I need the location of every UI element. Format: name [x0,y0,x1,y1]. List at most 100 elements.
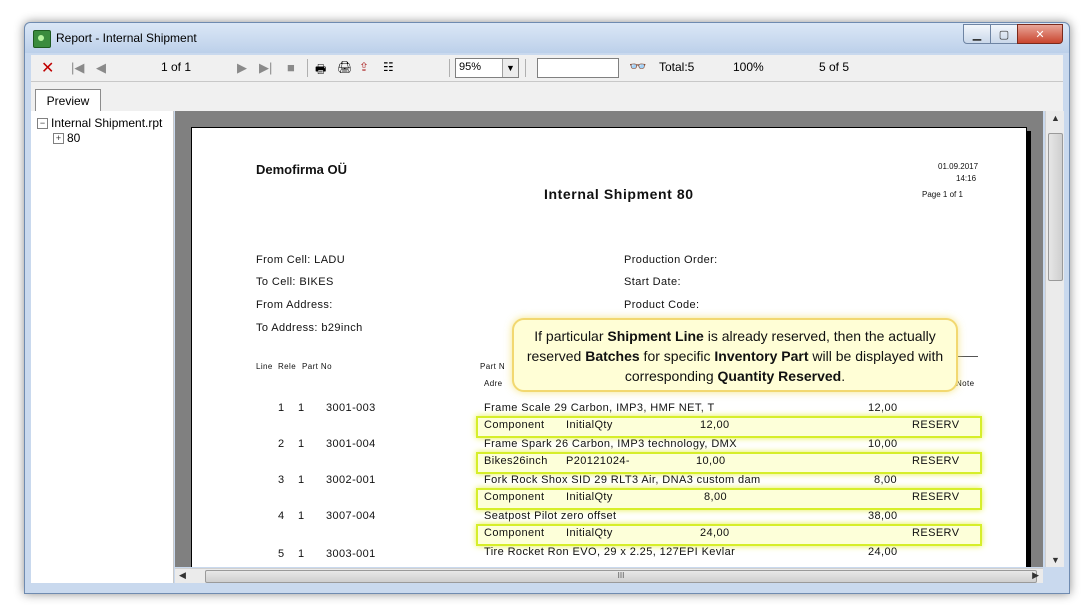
close-icon: ✕ [1035,28,1045,41]
batch-number: InitialQty [566,419,613,431]
row-part-no: 3001-004 [326,438,376,450]
record-count: 5 of 5 [819,60,850,74]
start-date: Start Date: [624,276,681,288]
row-quantity: 24,00 [868,546,898,558]
window-controls: ▁ ▢ ✕ [963,24,1063,44]
horizontal-scrollbar[interactable]: ◀ III ▶ [175,568,1043,583]
chevron-down-icon[interactable]: ▼ [502,59,518,77]
product-code: Product Code: [624,299,700,311]
minimize-icon: ▁ [972,28,982,41]
tab-preview[interactable]: Preview [35,89,101,112]
row-quantity: 38,00 [868,510,898,522]
scroll-right-icon[interactable]: ▶ [1032,570,1039,581]
to-address: To Address: b29inch [256,322,363,334]
batch-number: InitialQty [566,527,613,539]
zoom-select[interactable]: 95% ▼ [455,58,519,78]
callout-bold-text: Inventory Part [714,348,809,364]
close-report-button[interactable]: ✕ [41,58,54,78]
row-line: 3 [278,474,285,486]
scroll-down-icon[interactable]: ▼ [1051,555,1060,565]
title-bar: Report - Internal Shipment ▁ ▢ ✕ [25,23,1069,53]
group-tree: − Internal Shipment.rpt +80 [31,111,174,583]
tree-item-80[interactable]: +80 [53,131,80,145]
quantity-reserved: 24,00 [700,527,730,539]
row-rele: 1 [298,402,305,414]
row-rele: 1 [298,474,305,486]
reserved-status: RESERV [912,455,960,467]
close-window-button[interactable]: ✕ [1017,24,1063,44]
column-header-line: Line [256,362,273,371]
reserved-batch-highlight [476,452,982,474]
column-header-rele: Rele [278,362,297,371]
maximize-icon: ▢ [998,28,1010,41]
batch-number: P20121024- [566,455,630,467]
report-time: 14:16 [956,174,977,183]
batch-location: Component [484,419,545,431]
horizontal-scroll-thumb[interactable]: III [205,570,1037,583]
binoculars-icon[interactable]: 👓 [629,58,646,75]
callout-text: . [841,368,846,384]
row-line: 1 [278,402,285,414]
toolbar-separator [525,59,526,77]
row-line: 2 [278,438,285,450]
prev-page-button[interactable]: ◀ [96,60,106,76]
print-setup-icon[interactable]: 🖨 [337,60,352,74]
scroll-left-icon[interactable]: ◀ [179,570,186,581]
column-header-address: Adre [484,379,503,388]
row-part-no: 3002-001 [326,474,376,486]
row-rele: 1 [298,510,305,522]
annotation-callout: If particular Shipment Line is already r… [512,318,958,392]
from-cell: From Cell: LADU [256,254,346,266]
row-quantity: 12,00 [868,402,898,414]
row-part-no: 3001-003 [326,402,376,414]
maximize-button[interactable]: ▢ [990,24,1018,44]
vertical-scroll-thumb[interactable] [1048,133,1063,281]
callout-text: for specific [639,348,715,364]
page-indicator: 1 of 1 [161,60,192,74]
toolbar-separator [307,59,308,77]
vertical-scrollbar[interactable]: ▲ ▼ [1045,111,1064,567]
search-input[interactable] [537,58,619,78]
tree-root-label: Internal Shipment.rpt [51,116,163,130]
row-line: 5 [278,548,285,560]
last-page-button[interactable]: ▶| [259,60,272,76]
collapse-icon[interactable]: − [37,118,48,130]
from-address: From Address: [256,299,333,311]
next-page-button[interactable]: ▶ [237,60,247,76]
reserved-batch-highlight [476,488,982,510]
row-line: 4 [278,510,285,522]
tree-item-root[interactable]: − Internal Shipment.rpt [37,116,162,130]
print-icon[interactable]: 🖶 [315,60,326,81]
column-header-note: Note [956,379,975,388]
quantity-reserved: 8,00 [704,491,728,503]
app-icon [33,30,51,48]
row-description: Fork Rock Shox SID 29 RLT3 Air, DNA3 cus… [484,474,761,486]
first-page-button[interactable]: |◀ [71,60,84,76]
report-page-number: Page 1 of 1 [922,190,963,199]
toolbar: ✕ |◀ ◀ 1 of 1 ▶ ▶| ■ 🖶 🖨 ⇪ ☷ 95% ▼ 👓 Tot… [31,55,1063,82]
tab-strip: Preview [31,82,1063,112]
group-tree-icon[interactable]: ☷ [383,60,394,74]
expand-icon[interactable]: + [53,133,64,145]
quantity-reserved: 12,00 [700,419,730,431]
row-description: Tire Rocket Ron EVO, 29 x 2.25, 127EPI K… [484,546,736,558]
report-window: Report - Internal Shipment ▁ ▢ ✕ ✕ |◀ ◀ … [24,22,1070,594]
batch-location: Component [484,491,545,503]
export-icon[interactable]: ⇪ [359,60,369,74]
callout-bold-text: Quantity Reserved [717,368,842,384]
scroll-up-icon[interactable]: ▲ [1051,113,1060,123]
row-part-no: 3003-001 [326,548,376,560]
batch-number: InitialQty [566,491,613,503]
percent-processed: 100% [733,60,764,74]
batch-location: Component [484,527,545,539]
quantity-reserved: 10,00 [696,455,726,467]
reserved-status: RESERV [912,527,960,539]
production-order: Production Order: [624,254,718,266]
callout-bold-text: Shipment Line [607,328,704,344]
toolbar-separator [449,59,450,77]
row-quantity: 10,00 [868,438,898,450]
minimize-button[interactable]: ▁ [963,24,991,44]
reserved-status: RESERV [912,419,960,431]
stop-button[interactable]: ■ [287,60,295,75]
row-description: Seatpost Pilot zero offset [484,510,617,522]
